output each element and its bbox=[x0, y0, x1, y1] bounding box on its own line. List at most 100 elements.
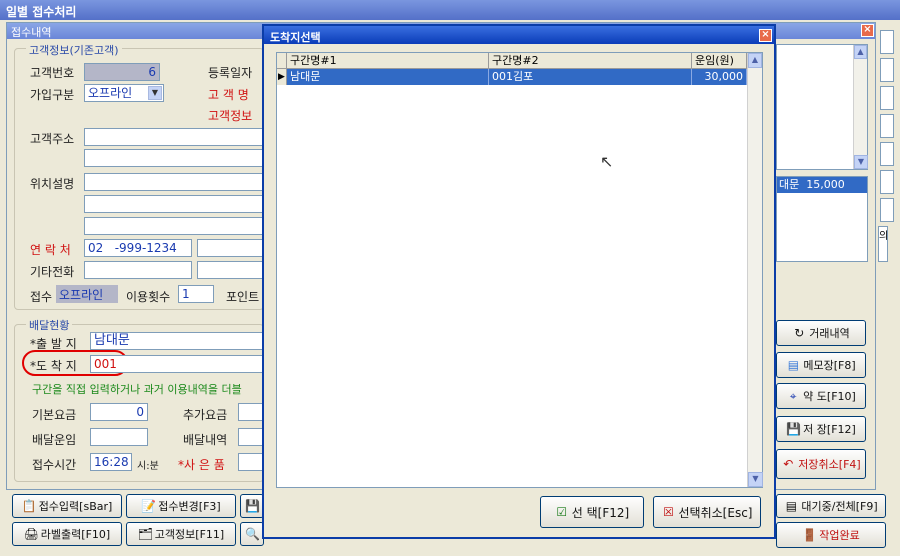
side-tab-6[interactable] bbox=[880, 170, 894, 194]
row-pointer-icon: ▶ bbox=[277, 69, 287, 85]
usage-count-field[interactable]: 1 bbox=[178, 285, 214, 303]
map-icon: ⌖ bbox=[789, 389, 797, 403]
other-phone-field[interactable] bbox=[84, 261, 192, 279]
history-button-label: 거래내역 bbox=[809, 327, 850, 340]
dialog-close-icon[interactable]: × bbox=[759, 29, 772, 42]
receive-change-button[interactable]: 📝 접수변경[F3] bbox=[126, 494, 236, 518]
other-phone-field-2[interactable] bbox=[197, 261, 264, 279]
route-hint: 구간을 직접 입력하거나 과거 이용내역을 더블 bbox=[32, 383, 242, 396]
base-fee-field[interactable]: 0 bbox=[90, 403, 148, 421]
route-grid[interactable]: 구간명#1 구간명#2 운임(원) ▶ 남대문 001김포 30,000 ▲ ▼ bbox=[276, 52, 763, 488]
history-button[interactable]: ↻ 거래내역 bbox=[776, 320, 866, 346]
customer-id-field[interactable]: 6 bbox=[84, 63, 160, 81]
time-unit: 시:분 bbox=[137, 461, 159, 472]
join-type-select[interactable]: 오프라인 ▼ bbox=[84, 84, 164, 102]
customer-card-icon: 🗂 bbox=[137, 527, 154, 541]
scroll-up-icon[interactable]: ▲ bbox=[854, 45, 867, 59]
address-label: 고객주소 bbox=[30, 132, 75, 146]
contact-field-2[interactable] bbox=[197, 239, 264, 257]
cancel-list-icon: ☒ bbox=[663, 505, 674, 519]
memo-button-label: 메모장[F8] bbox=[803, 359, 856, 372]
right-history-list[interactable]: 대문 15,000 bbox=[776, 176, 868, 262]
label-print-button[interactable]: 🖨 라벨출력[F10] bbox=[12, 522, 122, 546]
save-button[interactable]: 💾 저 장[F12] bbox=[776, 416, 866, 442]
receipt-panel-title: 접수내역 bbox=[11, 26, 52, 39]
waiting-all-button[interactable]: ▤ 대기중/전체[F9] bbox=[776, 494, 886, 518]
cancel-save-button[interactable]: ↶ 저장취소[F4] bbox=[776, 449, 866, 479]
customer-info-label: 고객정보[F11] bbox=[154, 528, 225, 541]
chevron-down-icon: ▼ bbox=[148, 86, 162, 100]
memo-icon: ▤ bbox=[787, 358, 800, 372]
delivery-fare-label: 배달운임 bbox=[32, 433, 77, 447]
reg-date-label: 등록일자 bbox=[208, 66, 253, 80]
usage-count-label: 이용횟수 bbox=[126, 290, 171, 304]
table-cell-fare[interactable]: 30,000 bbox=[692, 69, 747, 85]
table-cell-route1[interactable]: 남대문 bbox=[287, 69, 489, 85]
undo-icon: ↶ bbox=[783, 457, 794, 471]
close-icon[interactable]: × bbox=[861, 24, 874, 37]
customer-info-button[interactable]: 🗂 고객정보[F11] bbox=[126, 522, 236, 546]
location-field-2[interactable] bbox=[84, 195, 264, 213]
origin-field[interactable]: 남대문 bbox=[90, 332, 264, 350]
point-label: 포인트 bbox=[226, 290, 260, 304]
side-tab-3[interactable] bbox=[880, 86, 894, 110]
location-label: 위치설명 bbox=[30, 177, 75, 191]
side-tab-2[interactable] bbox=[880, 58, 894, 82]
column-header-route2[interactable]: 구간명#2 bbox=[489, 53, 692, 69]
waiting-all-label: 대기중/전체[F9] bbox=[801, 500, 878, 513]
history-list-item[interactable]: 대문 15,000 bbox=[777, 177, 867, 193]
receipt-type-label: 접수 bbox=[30, 290, 53, 304]
work-done-label: 작업완료 bbox=[819, 529, 860, 542]
side-tab-4[interactable] bbox=[880, 114, 894, 138]
right-list-scrollbar[interactable]: ▲ ▼ bbox=[853, 45, 868, 169]
delivery-fare-field[interactable] bbox=[90, 428, 148, 446]
address-field-1[interactable] bbox=[84, 128, 264, 146]
location-field-3[interactable] bbox=[84, 217, 264, 235]
destination-label: *도 착 지 bbox=[30, 359, 77, 373]
side-tab-8-label: 의 bbox=[879, 231, 889, 242]
join-type-label: 가입구분 bbox=[30, 88, 75, 102]
map-button[interactable]: ⌖ 약 도[F10] bbox=[776, 383, 866, 409]
contact-field[interactable]: 02 -999-1234 bbox=[84, 239, 192, 257]
delivery-legend: 배달현황 bbox=[26, 317, 73, 333]
column-header-fare[interactable]: 운임(원) bbox=[692, 53, 747, 69]
save-small-button[interactable]: 💾 bbox=[240, 494, 264, 518]
right-top-list[interactable]: ▲ ▼ bbox=[776, 44, 868, 170]
location-field-1[interactable] bbox=[84, 173, 264, 191]
receive-input-button[interactable]: 📋 접수입력[sBar] bbox=[12, 494, 122, 518]
label-print-label: 라벨출력[F10] bbox=[40, 528, 111, 541]
work-done-button[interactable]: 🚪 작업완료 bbox=[776, 522, 886, 548]
door-icon: 🚪 bbox=[802, 528, 818, 542]
table-cell-route2[interactable]: 001김포 bbox=[489, 69, 692, 85]
column-header-route1[interactable]: 구간명#1 bbox=[287, 53, 489, 69]
memo-button[interactable]: ▤ 메모장[F8] bbox=[776, 352, 866, 378]
dialog-title: 도착지선택 bbox=[270, 31, 321, 44]
receipt-time-field[interactable]: 16:28 bbox=[90, 453, 132, 471]
join-type-value: 오프라인 bbox=[88, 86, 133, 100]
customer-legend: 고객정보(기존고객) bbox=[26, 42, 122, 58]
delivery-detail-field[interactable] bbox=[238, 428, 264, 446]
scroll-down-icon[interactable]: ▼ bbox=[854, 155, 868, 169]
select-button-label: 선 택[F12] bbox=[571, 505, 630, 520]
save-button-label: 저 장[F12] bbox=[803, 423, 856, 436]
mouse-cursor-icon: ↖ bbox=[600, 152, 614, 171]
side-tab-8[interactable]: 의 bbox=[878, 226, 888, 262]
extra-fee-field[interactable] bbox=[238, 403, 264, 421]
grid-corner bbox=[277, 53, 287, 69]
scroll-up-icon[interactable]: ▲ bbox=[748, 53, 762, 68]
customer-name-label: 고 객 명 bbox=[208, 88, 249, 102]
gift-field[interactable] bbox=[238, 453, 264, 471]
customer-id-label: 고객번호 bbox=[30, 66, 75, 80]
grid-scrollbar[interactable]: ▲ ▼ bbox=[747, 53, 763, 487]
side-tab-1[interactable] bbox=[880, 30, 894, 54]
search-small-button[interactable]: 🔍 bbox=[240, 522, 264, 546]
destination-field[interactable]: 001 bbox=[90, 355, 264, 373]
select-button[interactable]: ☑ 선 택[F12] bbox=[540, 496, 644, 528]
edit-icon: 📝 bbox=[141, 499, 157, 513]
side-tab-5[interactable] bbox=[880, 142, 894, 166]
cancel-select-button[interactable]: ☒ 선택취소[Esc] bbox=[653, 496, 761, 528]
address-field-2[interactable] bbox=[84, 149, 264, 167]
printer-icon: 🖨 bbox=[23, 527, 40, 541]
side-tab-7[interactable] bbox=[880, 198, 894, 222]
scroll-down-icon[interactable]: ▼ bbox=[748, 472, 763, 487]
